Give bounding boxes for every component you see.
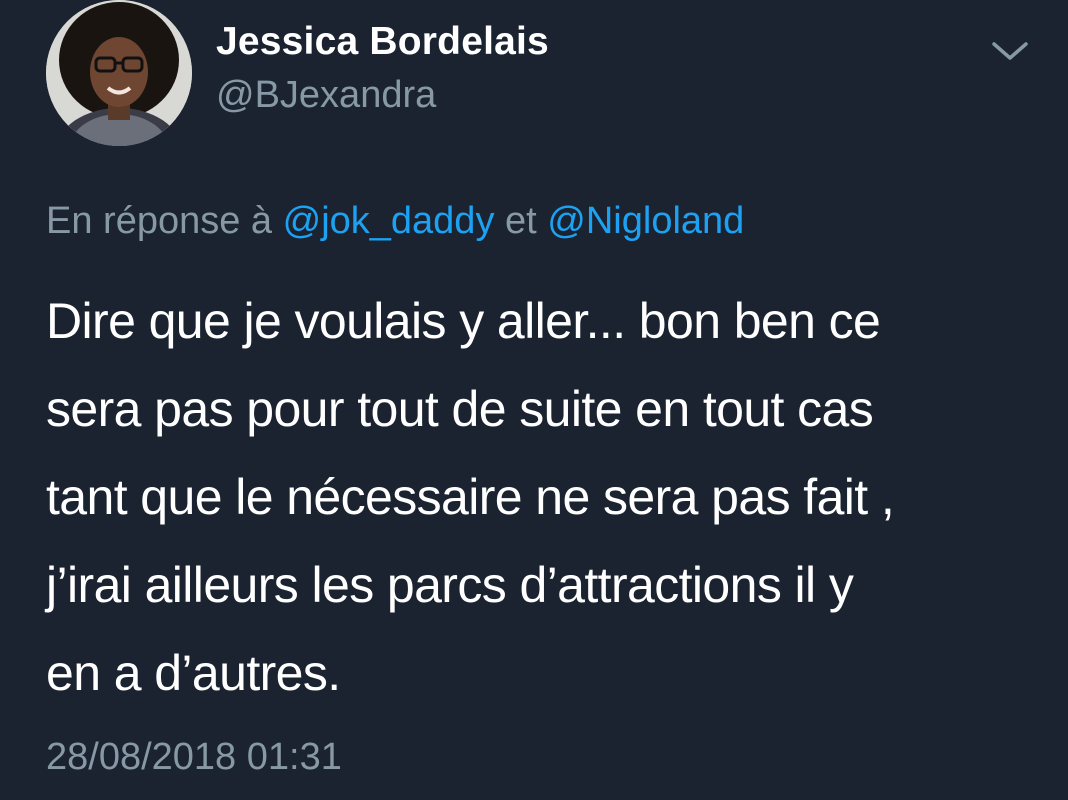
reply-prefix: En réponse à <box>46 200 273 242</box>
tweet-text-line: en a d’autres. <box>46 645 341 701</box>
reply-conjunction: et <box>505 200 537 242</box>
tweet-text-line: tant que le nécessaire ne sera pas fait … <box>46 469 895 525</box>
tweet-text-line: sera pas pour tout de suite en tout cas <box>46 381 874 437</box>
avatar-image <box>46 0 192 146</box>
tweet-text: Dire que je voulais y aller... bon ben c… <box>46 277 1036 717</box>
tweet-timestamp[interactable]: 28/08/2018 01:31 <box>46 736 342 779</box>
author-handle[interactable]: @BJexandra <box>216 74 436 117</box>
reply-context: En réponse à @jok_daddy et @Nigloland <box>46 200 744 243</box>
author-name[interactable]: Jessica Bordelais <box>216 20 549 64</box>
chevron-down-icon[interactable] <box>990 36 1030 66</box>
mention-jok-daddy[interactable]: @jok_daddy <box>283 200 495 242</box>
tweet-text-line: j’irai ailleurs les parcs d’attractions … <box>46 557 854 613</box>
mention-nigloland[interactable]: @Nigloland <box>547 200 744 242</box>
avatar[interactable] <box>46 0 192 146</box>
tweet-text-line: Dire que je voulais y aller... bon ben c… <box>46 293 881 349</box>
